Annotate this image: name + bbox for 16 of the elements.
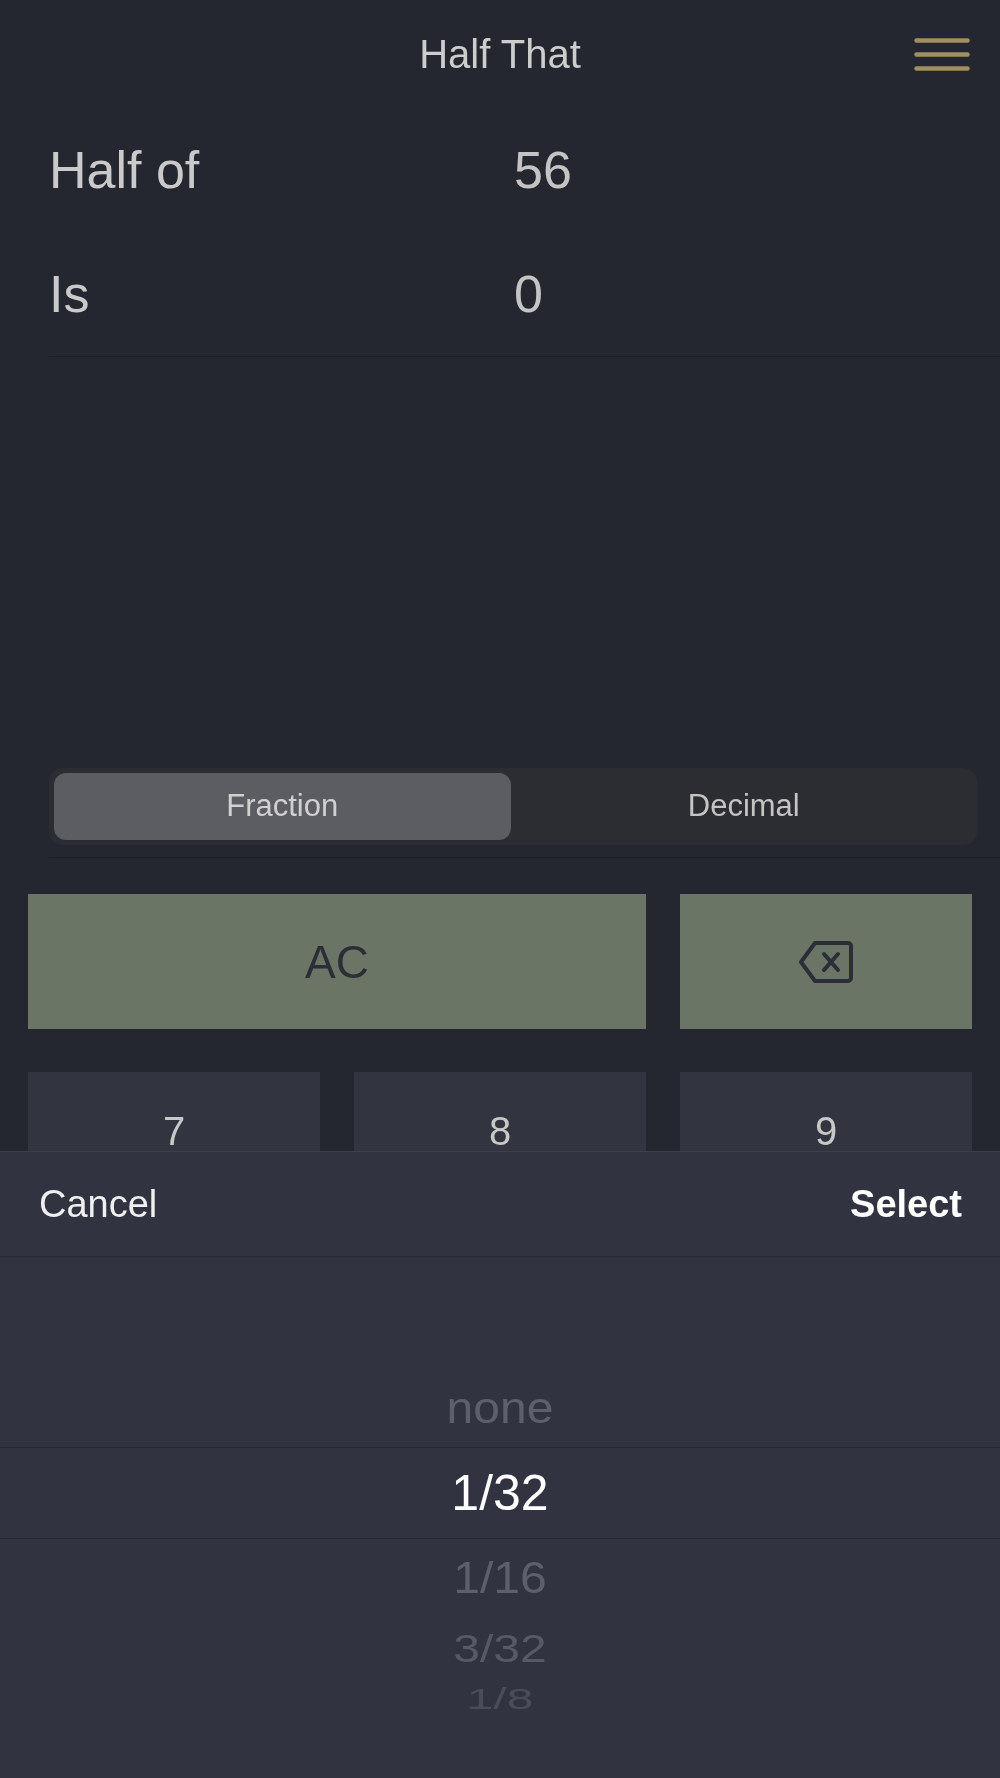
mode-tab[interactable]: Fraction bbox=[54, 773, 511, 840]
menu-icon bbox=[914, 37, 970, 71]
picker-option[interactable]: 1/32 bbox=[0, 1448, 1000, 1538]
mode-tab[interactable]: Decimal bbox=[515, 773, 972, 840]
field-label: Half of bbox=[49, 141, 200, 199]
field-value: 0 bbox=[514, 268, 543, 320]
cancel-button[interactable]: Cancel bbox=[39, 1185, 158, 1223]
select-button[interactable]: Select bbox=[850, 1185, 962, 1223]
digit-key[interactable]: 8 bbox=[354, 1072, 646, 1151]
digit-key[interactable]: 7 bbox=[28, 1072, 320, 1151]
field-label: Is bbox=[49, 265, 90, 323]
field-value: 56 bbox=[514, 144, 572, 196]
backspace-icon bbox=[799, 940, 853, 983]
menu-button[interactable] bbox=[914, 37, 970, 71]
app-title: Half That bbox=[419, 34, 581, 74]
digit-key[interactable]: 9 bbox=[680, 1072, 972, 1151]
